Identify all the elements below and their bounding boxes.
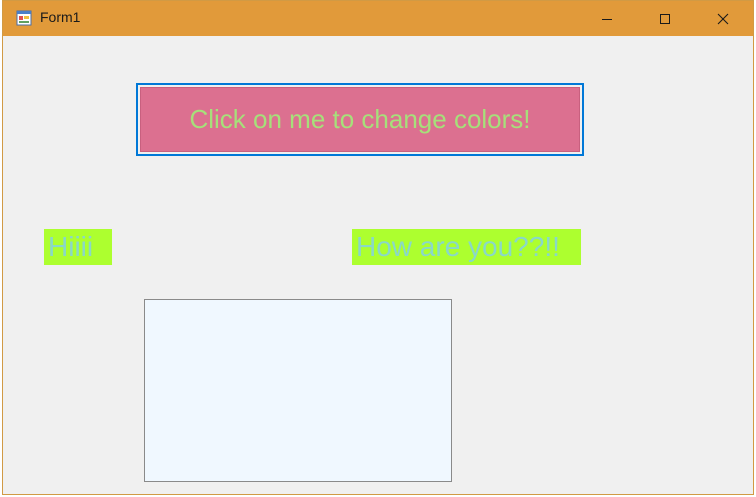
minimize-button[interactable]	[578, 1, 636, 36]
multiline-textbox[interactable]	[144, 299, 452, 482]
maximize-icon	[660, 13, 670, 24]
close-button[interactable]	[694, 1, 752, 36]
form-app-icon[interactable]	[16, 10, 32, 26]
minimize-icon	[602, 18, 612, 20]
change-colors-button-face[interactable]: Click on me to change colors!	[140, 87, 580, 152]
close-icon	[717, 13, 729, 24]
change-colors-button-label: Click on me to change colors!	[189, 104, 531, 134]
window-title: Form1	[40, 9, 81, 25]
question-label: How are you??!!	[352, 229, 581, 265]
form-window: Form1 Click on me to change colors! Hiii…	[2, 0, 754, 495]
greeting-label: Hiiii	[44, 229, 112, 265]
maximize-button[interactable]	[636, 1, 694, 36]
title-bar[interactable]: Form1	[3, 1, 753, 36]
form-client-area: Click on me to change colors! Hiiii How …	[3, 36, 753, 494]
change-colors-button[interactable]: Click on me to change colors!	[136, 83, 584, 156]
